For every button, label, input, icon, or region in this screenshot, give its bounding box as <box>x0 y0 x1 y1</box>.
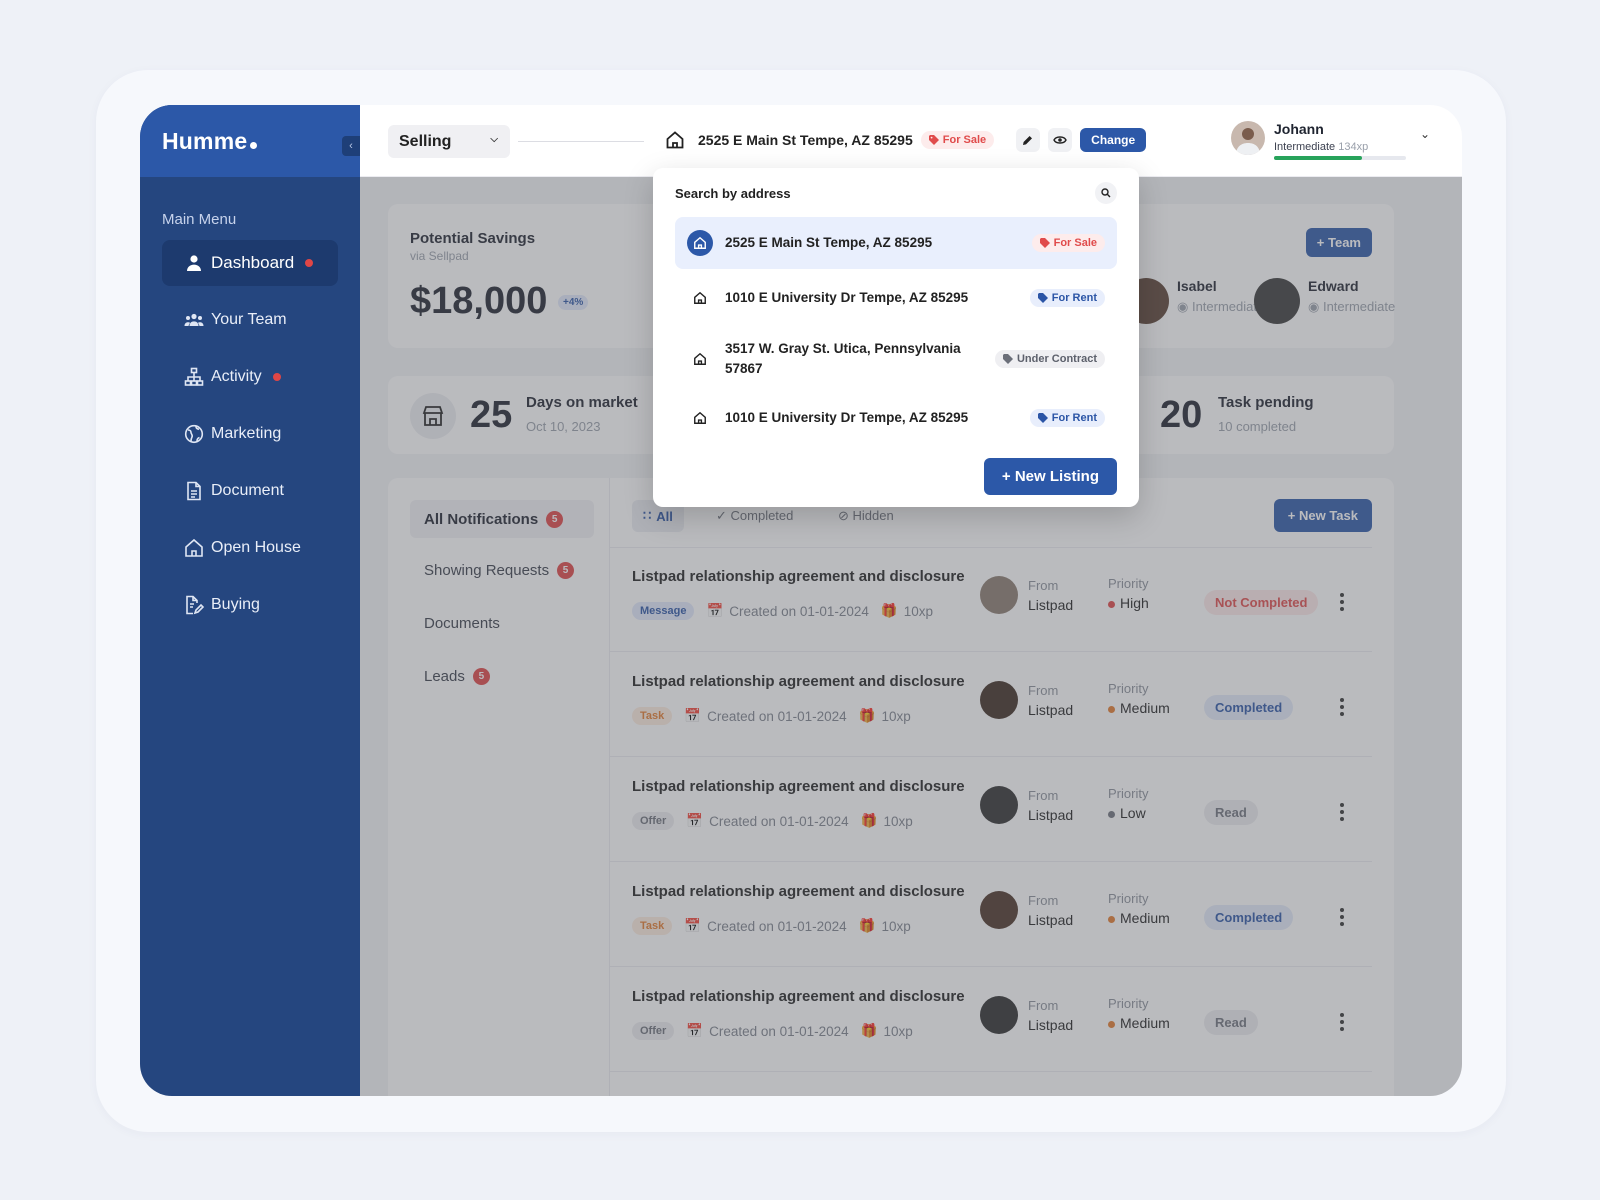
new-listing-button[interactable]: + New Listing <box>983 458 1117 495</box>
edit-document-icon <box>186 595 204 615</box>
edit-icon[interactable] <box>1016 128 1041 152</box>
document-icon <box>187 481 201 501</box>
mode-select-value: Selling <box>399 132 452 150</box>
sidebar-item-marketing[interactable]: Marketing <box>162 411 338 457</box>
dropdown-title: Search by address <box>675 186 791 201</box>
menu-title: Main Menu <box>162 211 237 228</box>
sidebar-item-buying[interactable]: Buying <box>162 582 338 628</box>
logo-dot <box>250 141 258 149</box>
sidebar-item-label: Dashboard <box>211 253 295 272</box>
sidebar-item-open-house[interactable]: Open House <box>162 525 338 571</box>
globe-icon <box>184 424 204 444</box>
house-icon <box>660 125 690 155</box>
user-profile[interactable]: Johann Intermediate 134xp ⌄ <box>1231 121 1430 160</box>
current-listing: 2525 E Main St Tempe, AZ 85295 For Sale … <box>660 125 1147 155</box>
logo[interactable]: Humme <box>162 128 258 155</box>
team-icon <box>184 313 204 326</box>
sidebar-item-label: Open House <box>211 539 301 556</box>
address-option[interactable]: 1010 E University Dr Tempe, AZ 85295 For… <box>675 392 1117 444</box>
tag-icon <box>1037 413 1048 423</box>
app-window: Humme ‹ Main Menu Dashboard Your Team Ac… <box>140 105 1462 1096</box>
user-name: Johann <box>1274 121 1324 137</box>
search-icon[interactable] <box>1095 182 1117 204</box>
tag-icon <box>1039 238 1050 248</box>
sidebar: Humme ‹ Main Menu Dashboard Your Team Ac… <box>140 105 360 1096</box>
tag-icon <box>1037 293 1048 303</box>
collapse-sidebar-button[interactable]: ‹ <box>342 136 360 156</box>
main-area: Selling ⌵ 2525 E Main St Tempe, AZ 85295… <box>360 105 1462 1096</box>
user-level: Intermediate 134xp <box>1274 141 1369 153</box>
status-badge: For Rent <box>1029 289 1105 307</box>
sidebar-nav: Dashboard Your Team Activity Marketing D… <box>140 240 360 628</box>
status-badge: For Sale <box>1031 234 1105 252</box>
address-option[interactable]: 1010 E University Dr Tempe, AZ 85295 For… <box>675 272 1117 324</box>
tag-icon <box>928 135 939 145</box>
sidebar-item-your-team[interactable]: Your Team <box>162 297 338 343</box>
address-option[interactable]: 3517 W. Gray St. Utica, Pennsylvania 578… <box>675 328 1117 390</box>
mode-select[interactable]: Selling ⌵ <box>388 125 510 158</box>
sidebar-item-document[interactable]: Document <box>162 468 338 514</box>
sidebar-header: Humme ‹ <box>140 105 360 177</box>
xp-progress-bar <box>1274 156 1406 160</box>
avatar <box>1231 121 1265 155</box>
sidebar-item-label: Buying <box>211 596 260 613</box>
house-icon <box>185 538 203 557</box>
eye-icon[interactable] <box>1048 128 1073 152</box>
house-icon <box>687 405 713 431</box>
house-icon <box>687 285 713 311</box>
hierarchy-icon <box>184 367 204 386</box>
notification-dot <box>305 259 314 267</box>
status-badge: Under Contract <box>994 350 1105 368</box>
sidebar-item-label: Marketing <box>211 425 282 442</box>
sidebar-item-label: Your Team <box>211 311 287 328</box>
change-button[interactable]: Change <box>1080 128 1147 152</box>
address-option[interactable]: 2525 E Main St Tempe, AZ 85295 For Sale <box>675 217 1117 269</box>
divider <box>518 141 644 142</box>
user-icon <box>187 255 201 271</box>
status-badge: For Rent <box>1029 409 1105 427</box>
house-icon <box>687 230 713 256</box>
notification-dot <box>272 373 281 381</box>
sidebar-item-label: Activity <box>211 368 262 385</box>
sidebar-item-label: Document <box>211 482 284 499</box>
sidebar-item-activity[interactable]: Activity <box>162 354 338 400</box>
status-badge: For Sale <box>920 131 995 149</box>
address-search-dropdown: Search by address 2525 E Main St Tempe, … <box>653 168 1139 507</box>
current-address[interactable]: 2525 E Main St Tempe, AZ 85295 <box>698 132 913 148</box>
tag-icon <box>1002 354 1013 364</box>
sidebar-item-dashboard[interactable]: Dashboard <box>162 240 338 286</box>
house-icon <box>687 346 713 372</box>
chevron-down-icon[interactable]: ⌄ <box>1420 127 1430 141</box>
top-bar: Selling ⌵ 2525 E Main St Tempe, AZ 85295… <box>360 105 1462 177</box>
chevron-down-icon: ⌵ <box>490 134 498 145</box>
